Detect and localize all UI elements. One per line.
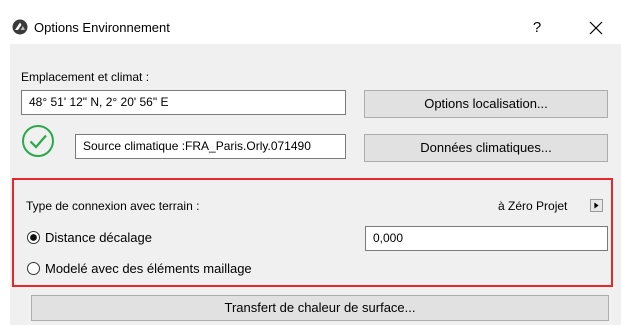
location-options-button[interactable]: Options localisation... [364, 90, 608, 118]
window-title: Options Environnement [34, 20, 170, 35]
help-button[interactable]: ? [527, 17, 547, 39]
location-section-label: Emplacement et climat : [21, 70, 150, 84]
reference-dropdown-label[interactable]: à Zéro Projet [498, 199, 567, 213]
offset-distance-input[interactable]: 0,000 [365, 226, 608, 251]
radio-distance-offset-label[interactable]: Distance décalage [45, 230, 152, 245]
coordinates-field[interactable]: 48° 51' 12" N, 2° 20' 56" E [21, 90, 346, 115]
title-bar: Options Environnement ? [0, 0, 621, 44]
dropdown-arrow-icon[interactable] [590, 199, 603, 212]
climate-data-button[interactable]: Données climatiques... [364, 134, 608, 162]
radio-mesh-elements[interactable] [27, 262, 40, 275]
check-circle-icon [22, 125, 54, 157]
archicad-app-icon [12, 19, 28, 35]
radio-distance-offset[interactable] [27, 231, 40, 244]
climate-source-field[interactable]: Source climatique :FRA_Paris.Orly.071490 [75, 134, 346, 159]
radio-mesh-elements-label[interactable]: Modelé avec des éléments maillage [45, 261, 252, 276]
surface-heat-transfer-button[interactable]: Transfert de chaleur de surface... [31, 295, 609, 321]
ground-section-label: Type de connexion avec terrain : [26, 199, 200, 213]
close-icon[interactable] [585, 17, 607, 39]
